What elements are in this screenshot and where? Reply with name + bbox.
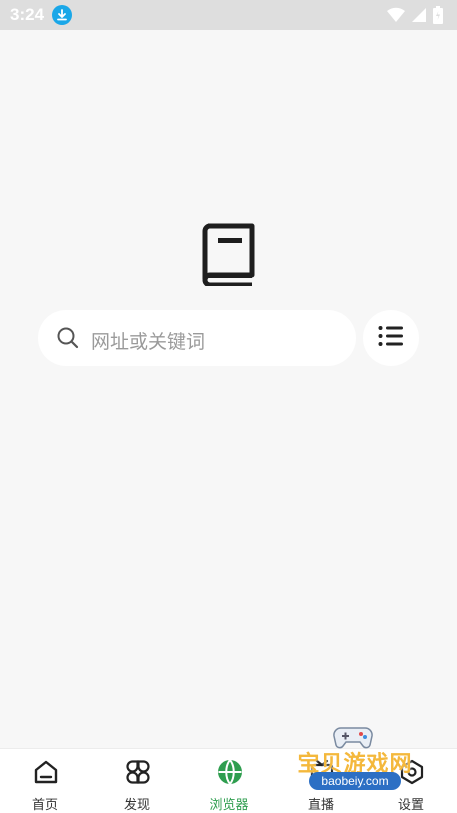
wifi-icon: [387, 7, 405, 28]
watermark-logo: 宝贝游戏网 baobeiy.com: [283, 722, 427, 802]
nav-label: 首页: [31, 797, 58, 812]
nav-item-home[interactable]: 首页: [0, 749, 90, 813]
battery-icon: [433, 6, 443, 29]
globe-icon: [217, 759, 243, 785]
search-placeholder: 网址或关键词: [91, 332, 206, 353]
nav-item-discover[interactable]: 发现: [92, 749, 182, 813]
home-icon: [33, 759, 59, 785]
signal-icon: [411, 7, 427, 28]
book-icon: [200, 223, 257, 288]
status-bar: 3:24: [0, 0, 457, 30]
download-icon: [52, 5, 72, 25]
status-time: 3:24: [10, 5, 45, 24]
menu-list-button[interactable]: [363, 310, 419, 366]
list-icon: [378, 325, 404, 352]
search-input[interactable]: 网址或关键词: [38, 310, 356, 366]
watermark-domain: baobeiy.com: [309, 772, 401, 790]
discover-icon: [125, 759, 151, 785]
nav-item-browser[interactable]: 浏览器: [184, 749, 274, 813]
nav-label: 发现: [123, 797, 150, 812]
search-icon: [57, 327, 79, 354]
nav-label: 浏览器: [209, 797, 249, 812]
